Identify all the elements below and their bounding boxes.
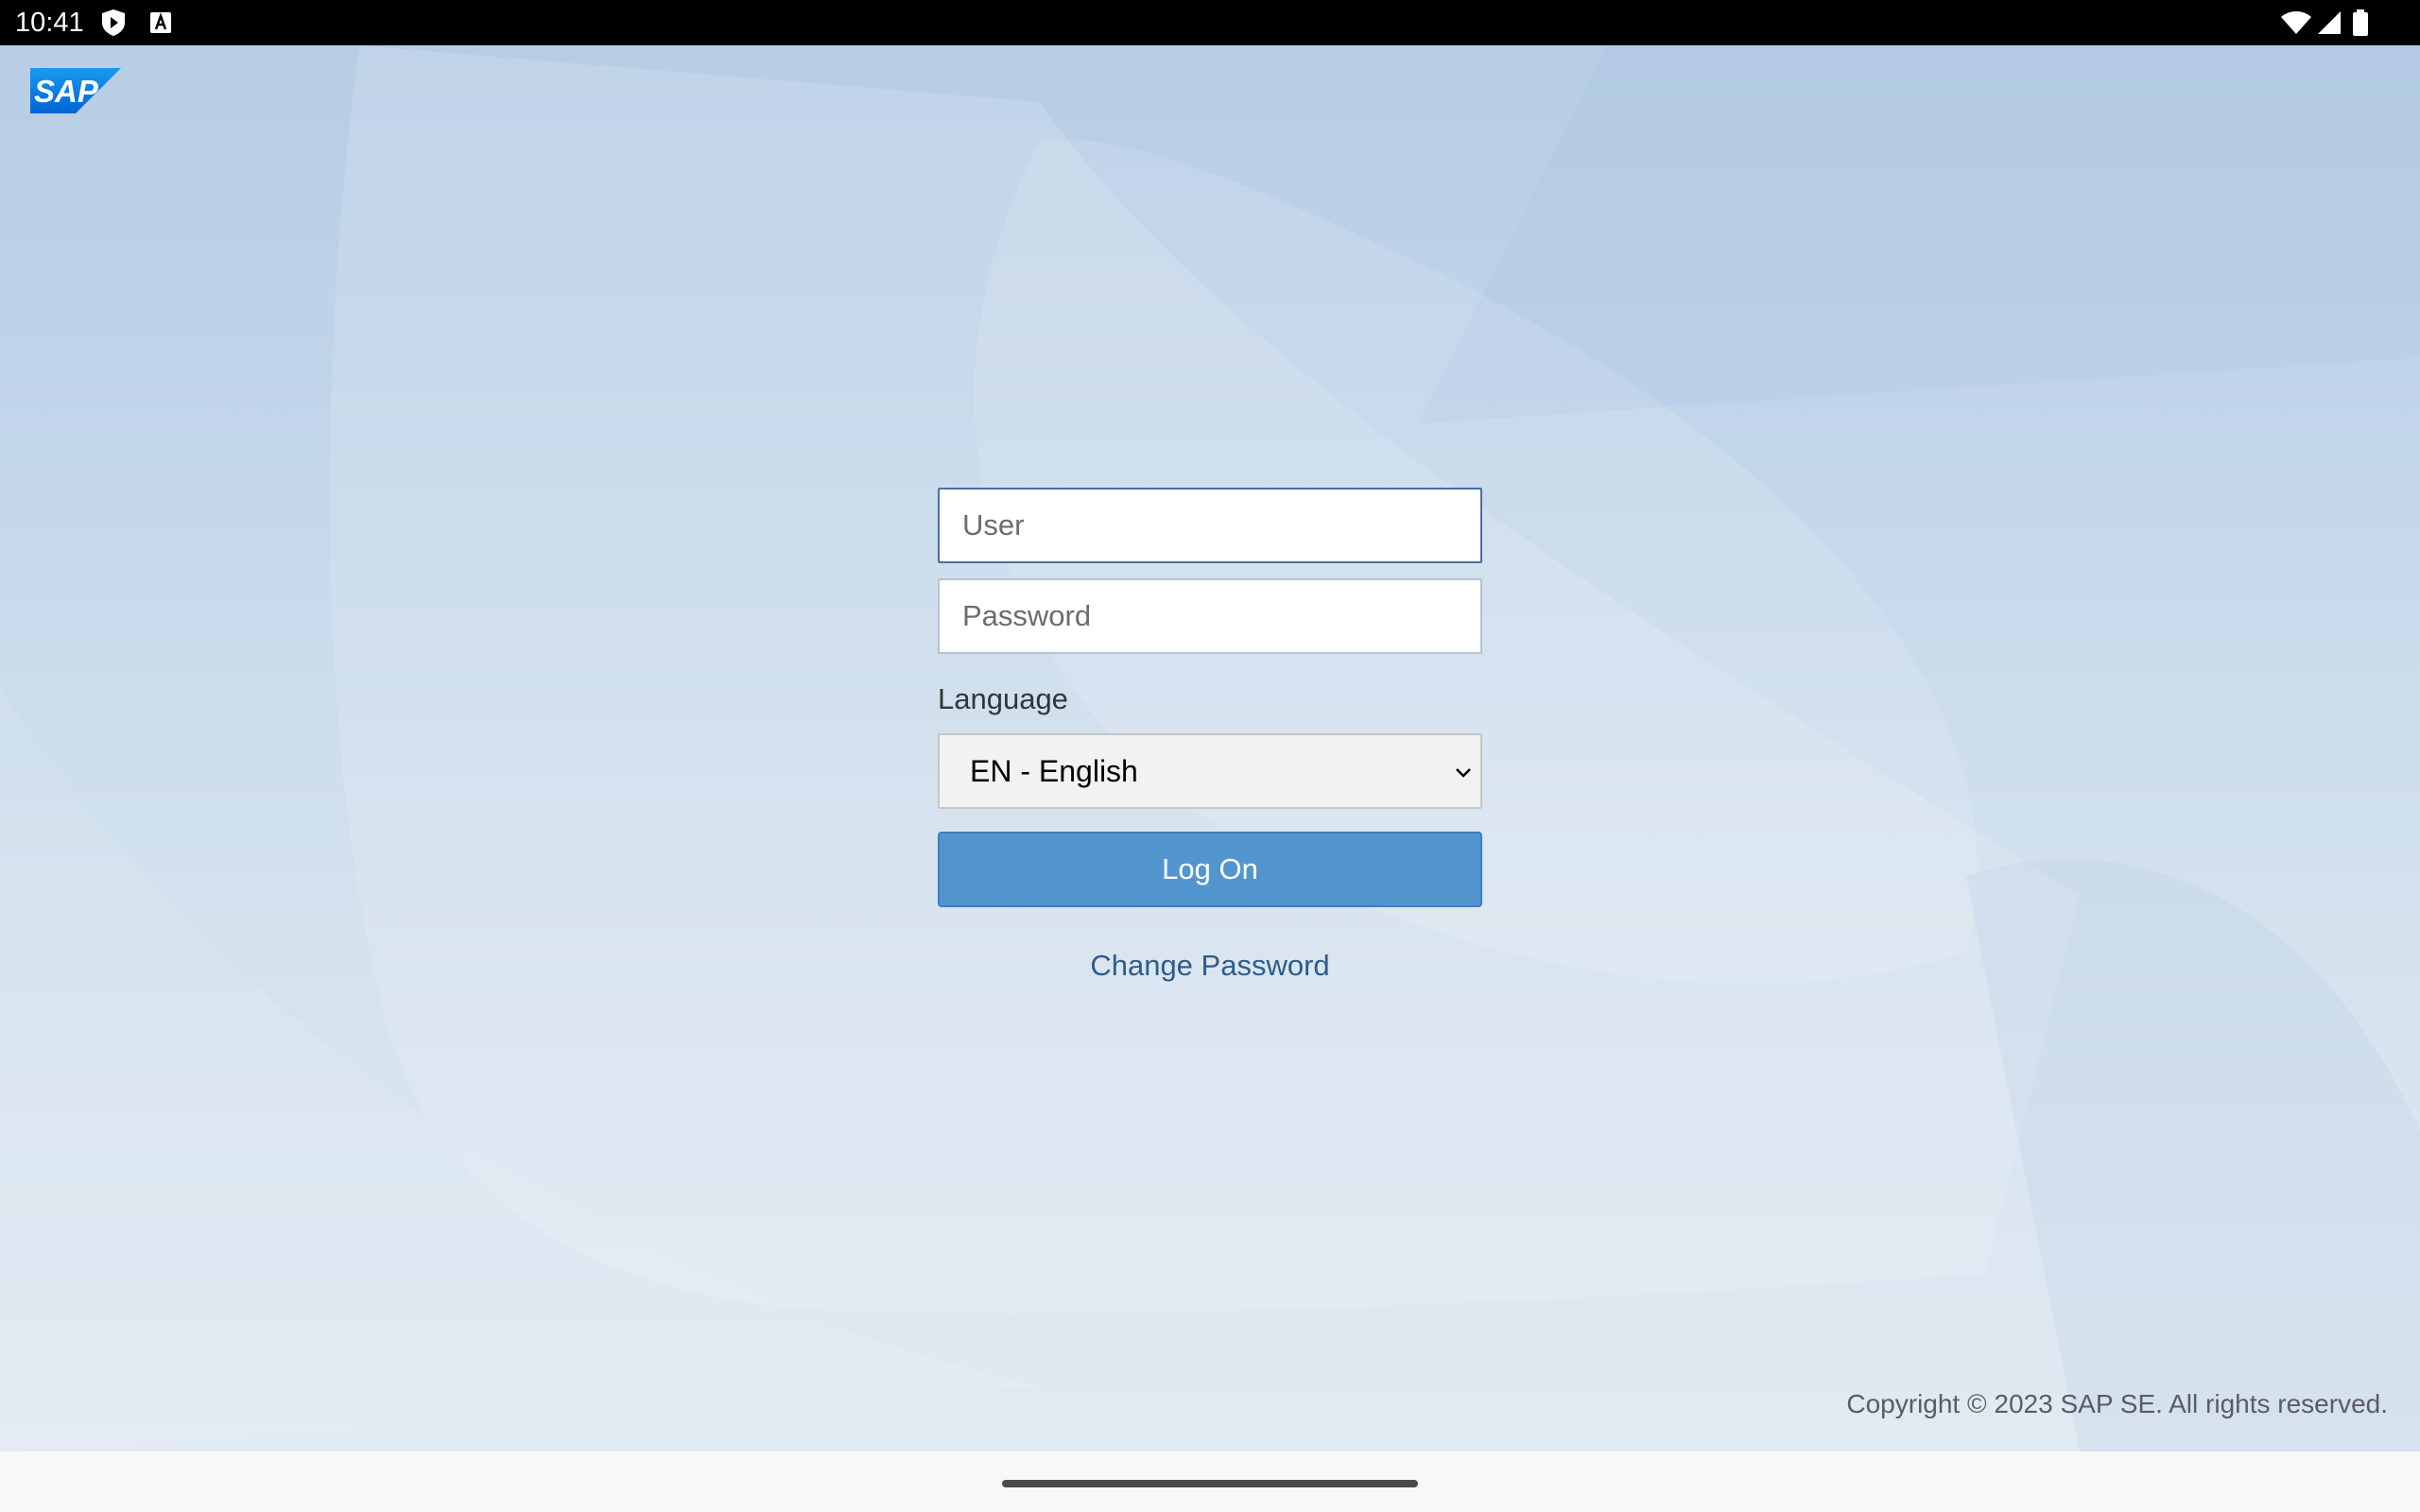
sap-logo-text: SAP [34,74,99,109]
wifi-icon [2281,11,2311,34]
a-notification-icon [150,12,171,33]
navigation-bar [0,1452,2420,1512]
change-password-link[interactable]: Change Password [938,947,1482,985]
copyright-text: Copyright © 2023 SAP SE. All rights rese… [1846,1389,2388,1418]
play-protect-icon [102,9,125,36]
user-input[interactable] [938,488,1482,563]
sap-logo: SAP [30,68,121,113]
screen: 10:41 SAP User Language EN - English Log… [0,0,2420,1512]
battery-icon [2353,9,2368,36]
signal-icon [2318,11,2341,34]
language-selected-value: EN - English [970,754,1138,788]
home-gesture-handle[interactable] [1002,1480,1418,1487]
password-input[interactable] [938,578,1482,654]
chevron-down-icon [1456,768,1471,778]
status-time: 10:41 [15,8,84,38]
language-select[interactable]: EN - English [938,733,1482,809]
login-form: Language EN - English Log On Change Pass… [938,488,1482,985]
log-on-button[interactable]: Log On [938,832,1482,907]
language-label: Language [938,682,1068,715]
status-bar: 10:41 [0,0,2420,45]
